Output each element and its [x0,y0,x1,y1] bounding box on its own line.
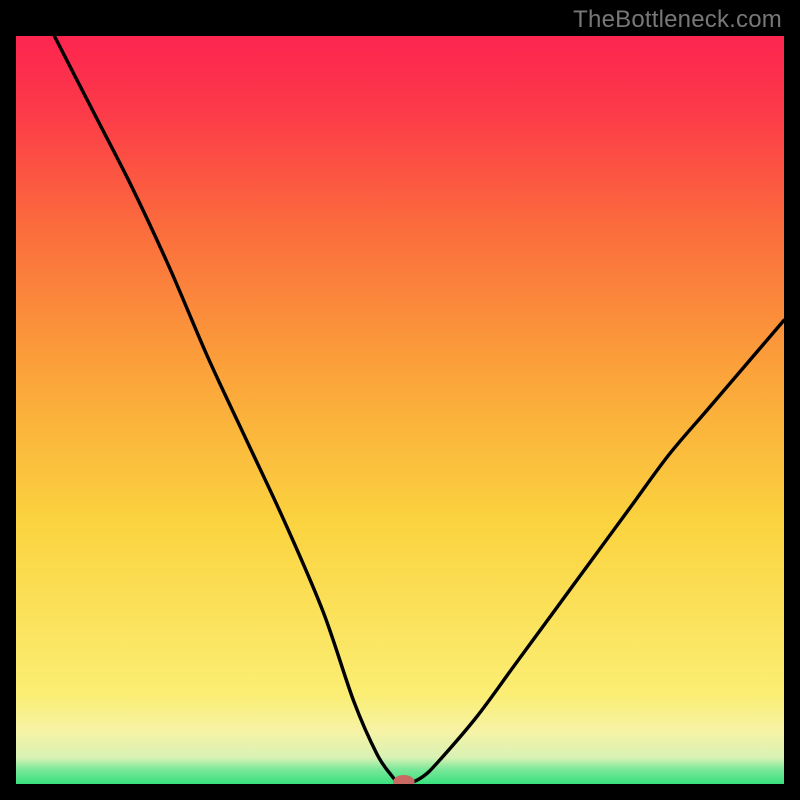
bottleneck-chart [16,36,784,784]
chart-background [16,36,784,784]
watermark-text: TheBottleneck.com [573,6,782,34]
chart-frame [16,36,784,784]
